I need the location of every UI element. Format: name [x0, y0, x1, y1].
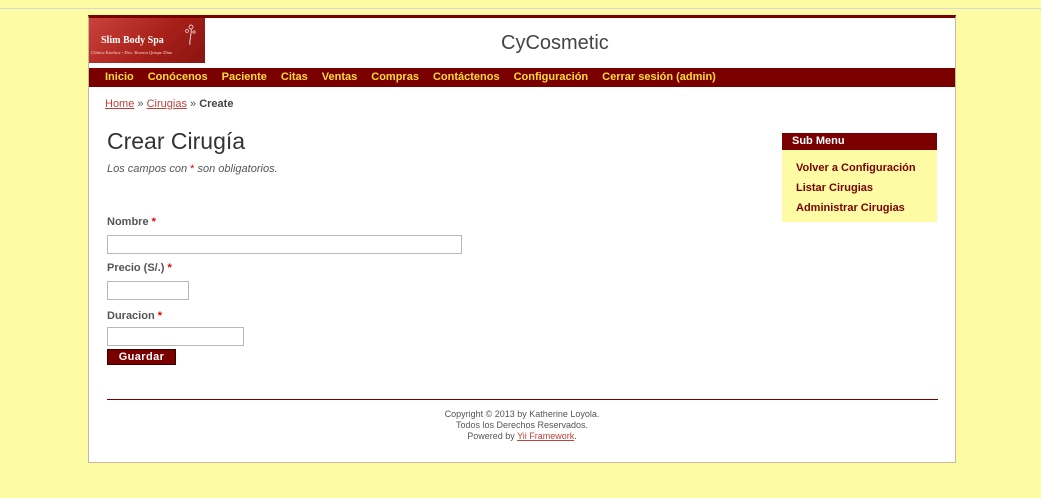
duracion-input[interactable] [107, 327, 244, 346]
sub-menu-title: Sub Menu [782, 133, 937, 150]
required-star: * [167, 262, 172, 274]
breadcrumb: Home » Cirugias » Create [105, 98, 233, 110]
cirugia-form: Nombre * Precio (S/.) * Duracion * Guard… [107, 128, 707, 388]
nombre-input[interactable] [107, 235, 462, 254]
footer-powered-suffix: . [574, 431, 577, 441]
guardar-button[interactable]: Guardar [107, 349, 176, 365]
menu-item-configuracion[interactable]: Configuración [514, 68, 589, 87]
breadcrumb-cirugias-link[interactable]: Cirugias [147, 98, 187, 110]
yii-framework-link[interactable]: Yii Framework [517, 431, 574, 441]
footer-powered-prefix: Powered by [467, 431, 515, 441]
logo-title: Slim Body Spa [101, 35, 164, 46]
site-title: CyCosmetic [501, 32, 609, 54]
logo-subtitle: Clínica Estética - Dra. Yesenia Quispe D… [91, 50, 172, 55]
precio-label: Precio (S/.) * [107, 262, 172, 274]
breadcrumb-separator: » [137, 98, 144, 110]
breadcrumb-current: Create [199, 98, 234, 110]
required-star: * [151, 216, 156, 228]
menu-item-inicio[interactable]: Inicio [105, 68, 134, 87]
breadcrumb-home-link[interactable]: Home [105, 98, 134, 110]
breadcrumb-separator: » [190, 98, 197, 110]
menu-item-paciente[interactable]: Paciente [222, 68, 267, 87]
footer-divider [107, 399, 938, 400]
duracion-label: Duracion * [107, 310, 162, 322]
duracion-label-text: Duracion [107, 310, 155, 322]
footer-copyright: Copyright © 2013 by Katherine Loyola. [444, 409, 600, 419]
submenu-item-administrar[interactable]: Administrar Cirugias [796, 198, 937, 218]
logo[interactable]: Slim Body Spa Clínica Estética - Dra. Ye… [89, 18, 205, 63]
main-content: Crear Cirugía Los campos con * son oblig… [107, 128, 707, 365]
submenu-item-volver[interactable]: Volver a Configuración [796, 158, 937, 178]
top-divider [0, 8, 1041, 9]
submenu-item-listar[interactable]: Listar Cirugias [796, 178, 937, 198]
nombre-label: Nombre * [107, 216, 156, 228]
menu-item-citas[interactable]: Citas [281, 68, 308, 87]
sub-menu: Sub Menu Volver a Configuración Listar C… [782, 133, 937, 222]
menu-item-compras[interactable]: Compras [371, 68, 419, 87]
menu-item-contactenos[interactable]: Contáctenos [433, 68, 500, 87]
main-menu: Inicio Conócenos Paciente Citas Ventas C… [89, 68, 955, 87]
menu-item-logout[interactable]: Cerrar sesión (admin) [602, 68, 716, 87]
precio-label-text: Precio (S/.) [107, 262, 165, 274]
footer-powered: Powered by Yii Framework. [89, 431, 955, 442]
menu-item-conocenos[interactable]: Conócenos [148, 68, 208, 87]
footer: Copyright © 2013 by Katherine Loyola. To… [89, 409, 955, 442]
header: Slim Body Spa Clínica Estética - Dra. Ye… [89, 18, 955, 63]
required-star: * [157, 310, 163, 322]
precio-input[interactable] [107, 281, 189, 300]
flower-icon [185, 24, 196, 45]
nombre-label-text: Nombre [107, 216, 149, 228]
page-container: Slim Body Spa Clínica Estética - Dra. Ye… [88, 15, 956, 463]
footer-rights: Todos los Derechos Reservados. [455, 420, 589, 430]
menu-item-ventas[interactable]: Ventas [322, 68, 357, 87]
